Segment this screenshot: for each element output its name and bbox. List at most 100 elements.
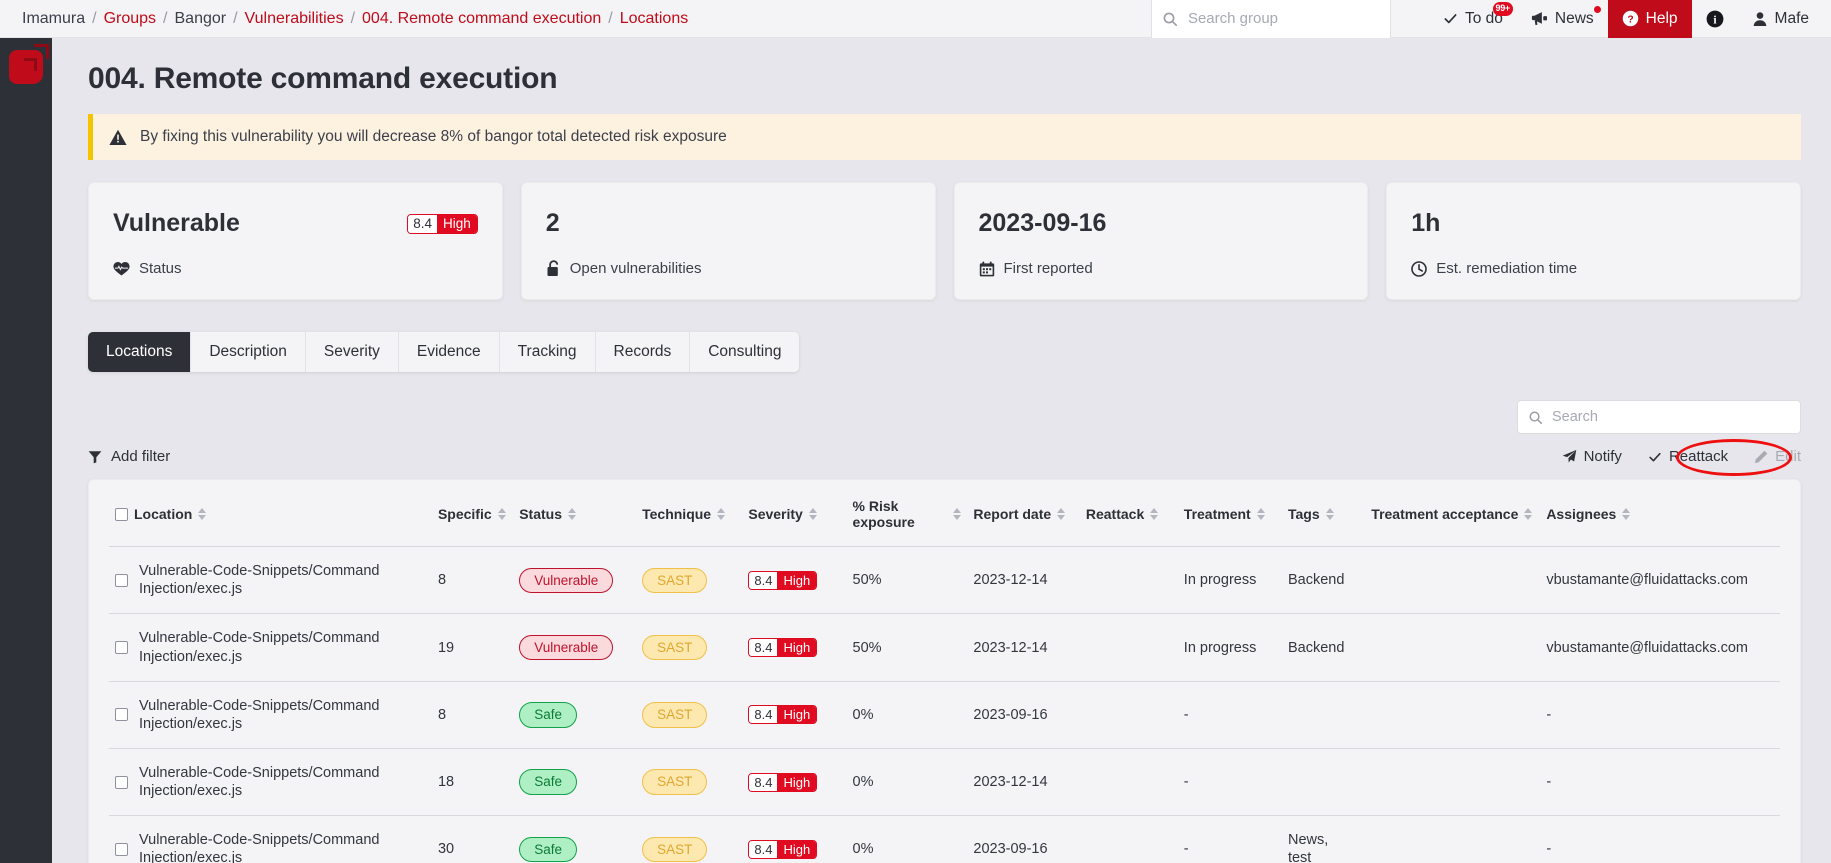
sort-icon[interactable] [717,508,726,521]
table-header-inner: Location [115,506,426,522]
check-icon [1443,11,1458,26]
summary-card-value: 2023-09-16 [978,209,1107,237]
table-cell-status: Safe [513,681,637,749]
table-cell-risk-exposure: 50% [846,613,968,682]
severity-level: High [436,214,477,233]
table-header-cell[interactable]: Severity [742,480,847,548]
table-row[interactable]: Vulnerable-Code-Snippets/Command Injecti… [109,748,1780,817]
search-icon [1528,410,1543,425]
table-header-cell[interactable]: Specific [431,480,514,548]
table-header-label: Tags [1287,506,1320,523]
breadcrumb-item[interactable]: Locations [620,10,689,28]
sort-icon[interactable] [1150,508,1159,521]
summary-card-top: 1h [1411,209,1776,238]
breadcrumb-item[interactable]: 004. Remote command execution [362,10,601,28]
table-cell-risk-exposure: 50% [846,546,968,615]
summary-card-top: 2023-09-16 [979,209,1344,238]
table-row[interactable]: Vulnerable-Code-Snippets/Command Injecti… [109,546,1780,615]
severity-score: 8.4 [749,773,778,791]
row-checkbox[interactable] [115,573,128,587]
table-cell-location: Vulnerable-Code-Snippets/Command Injecti… [109,546,432,615]
tab-severity[interactable]: Severity [305,332,399,372]
tab-bar: Locations Description Severity Evidence Trac… [88,332,800,372]
table-search-input[interactable] [1552,409,1790,425]
select-all-checkbox[interactable] [115,507,128,521]
technique-badge: SAST [642,702,708,728]
table-cell-specific: 8 [431,546,514,615]
table-header-cell[interactable]: Location [109,480,432,548]
summary-cards: Vulnerable 8.4 High Status 2 Open vulnerabili… [88,182,1801,300]
table-cell-severity: 8.4 High [742,613,847,682]
table-header-cell[interactable]: % Risk exposure [846,480,968,548]
edit-button[interactable]: Edit [1754,448,1801,465]
megaphone-icon [1531,11,1548,26]
summary-card-value: 2 [545,209,560,237]
table-cell-assignees: - [1540,748,1780,817]
table-header-cell[interactable]: Technique [636,480,743,548]
table-row[interactable]: Vulnerable-Code-Snippets/Command Injecti… [109,816,1780,863]
table-row[interactable]: Vulnerable-Code-Snippets/Command Injecti… [109,613,1780,682]
sort-icon[interactable] [1325,508,1334,521]
row-checkbox[interactable] [115,708,128,722]
body: 004. Remote command execution By fixing … [0,38,1831,863]
table-header-cell[interactable]: Treatment [1177,480,1282,548]
table-cell-risk-exposure: 0% [846,681,968,749]
breadcrumb-item[interactable]: Groups [104,10,156,28]
table-cell-location: Vulnerable-Code-Snippets/Command Injecti… [109,748,432,817]
reattack-button[interactable]: Reattack [1648,448,1728,465]
location-text: Vulnerable-Code-Snippets/Command Injecti… [139,764,380,800]
table-header-inner: Treatment acceptance [1371,506,1534,522]
news-button[interactable]: News [1517,0,1608,38]
table-cell-specific: 8 [431,681,514,749]
row-checkbox[interactable] [115,641,128,655]
tab-records[interactable]: Records [595,332,691,372]
tab-consulting[interactable]: Consulting [690,332,800,372]
sort-icon[interactable] [1057,508,1066,521]
notify-button[interactable]: Notify [1562,448,1622,465]
table-cell-report-date: 2023-09-16 [973,841,1048,858]
severity-level: High [777,773,817,791]
user-menu[interactable]: Mafe [1738,0,1831,38]
breadcrumb-item[interactable]: Bangor [175,10,227,28]
table-header-inner: Technique [642,506,736,522]
sort-icon[interactable] [567,508,576,521]
reattack-label: Reattack [1668,448,1729,465]
sort-icon[interactable] [953,508,962,521]
tab-tracking[interactable]: Tracking [499,332,596,372]
table-header-cell[interactable]: Assignees [1540,480,1780,548]
table-row[interactable]: Vulnerable-Code-Snippets/Command Injecti… [109,681,1780,749]
tab-evidence[interactable]: Evidence [398,332,500,372]
table-header-cell[interactable]: Status [513,480,637,548]
sort-icon[interactable] [808,508,817,521]
fluid-attacks-logo-icon[interactable] [9,44,49,84]
sort-icon[interactable] [1524,508,1533,521]
tab-description[interactable]: Description [191,332,306,372]
summary-card-label-row: Status [113,260,478,277]
table-cell-treatment-acceptance [1365,546,1541,615]
info-button[interactable]: i [1692,0,1738,38]
table-header-cell[interactable]: Report date [967,480,1080,548]
table-search[interactable] [1517,400,1801,434]
table-cell-treatment-acceptance [1365,613,1541,682]
add-filter-button[interactable]: Add filter [88,448,170,465]
breadcrumb-item[interactable]: Imamura [22,10,85,28]
group-search-input[interactable] [1187,10,1380,27]
summary-card: 1h Est. remediation time [1386,182,1801,300]
sort-icon[interactable] [1256,508,1265,521]
table-header-cell[interactable]: Treatment acceptance [1365,480,1541,548]
row-checkbox[interactable] [115,775,128,789]
risk-alert-banner: By fixing this vulnerability you will de… [88,114,1801,160]
table-cell-technique: SAST [636,681,743,749]
table-header-cell[interactable]: Tags [1281,480,1366,548]
sort-icon[interactable] [1622,508,1631,521]
row-checkbox[interactable] [115,842,128,856]
table-header-cell[interactable]: Reattack [1079,480,1178,548]
breadcrumb-item[interactable]: Vulnerabilities [245,10,344,28]
help-button[interactable]: ? Help [1607,0,1692,38]
todo-button[interactable]: To do 99+ [1429,0,1517,38]
sort-icon[interactable] [198,508,207,521]
group-search[interactable] [1150,0,1391,38]
sort-icon[interactable] [497,508,506,521]
tab-locations[interactable]: Locations [88,332,192,372]
summary-card-value: 1h [1411,209,1441,237]
